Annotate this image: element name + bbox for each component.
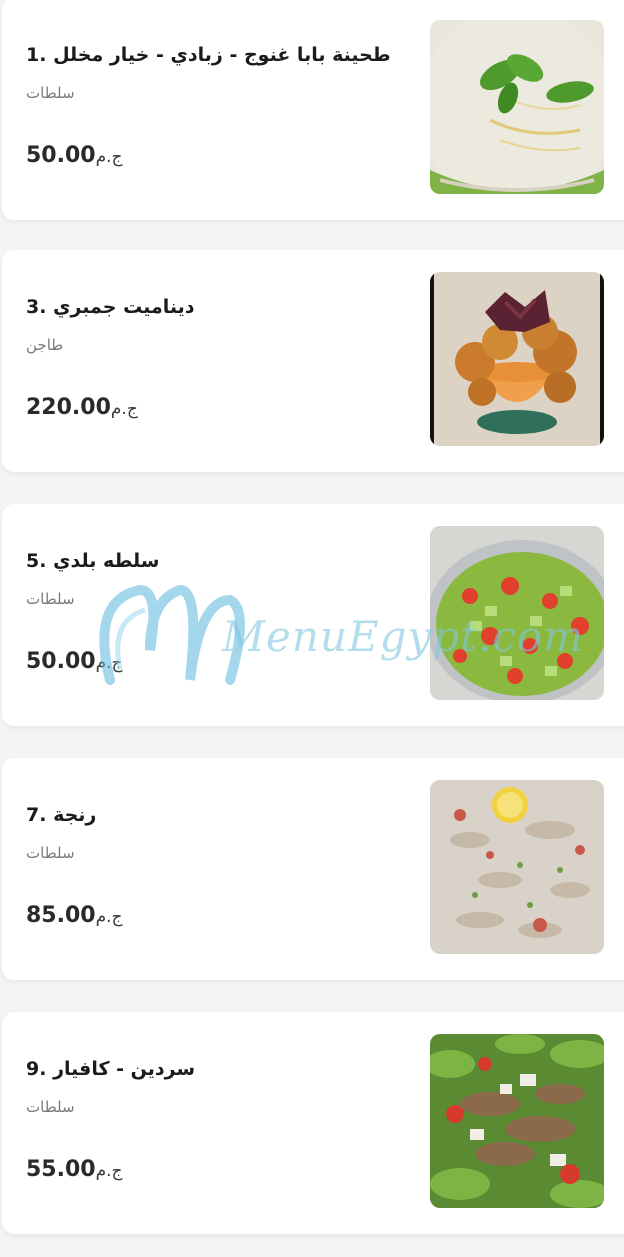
watermark-text: MenuEgypt.com [222,612,584,661]
menu-item-card[interactable]: سردين - كافيار .9 سلطات ج.م55.00 [2,1012,624,1234]
menu-item-card[interactable]: طحينة بابا غنوج - زبادي - خيار مخلل .1 س… [2,0,624,220]
item-title: طحينة بابا غنوج - زبادي - خيار مخلل .1 [26,44,391,66]
item-title: سلطه بلدي .5 [26,550,160,572]
currency-label: ج.م [95,147,123,167]
currency-label: ج.م [110,399,138,419]
item-price: ج.م50.00 [26,649,123,674]
currency-label: ج.م [95,653,123,673]
item-category: سلطات [26,844,75,862]
item-title: رنجة .7 [26,804,97,826]
item-price: ج.م55.00 [26,1157,123,1182]
shrimp-dynamite-image[interactable] [430,272,604,446]
menu-item-card[interactable]: رنجة .7 سلطات ج.م85.00 [2,758,624,980]
herring-image[interactable] [430,780,604,954]
price-value: 55.00 [26,1157,96,1182]
item-title: ديناميت جمبري .3 [26,296,195,318]
price-value: 220.00 [26,395,111,420]
price-value: 50.00 [26,143,96,168]
currency-label: ج.م [95,1161,123,1181]
item-category: طاجن [26,336,64,354]
item-title: سردين - كافيار .9 [26,1058,196,1080]
currency-label: ج.م [95,907,123,927]
item-price: ج.م85.00 [26,903,123,928]
menu-item-card[interactable]: ديناميت جمبري .3 طاجن ج.م220.00 [2,250,624,472]
price-value: 85.00 [26,903,96,928]
item-price: ج.م220.00 [26,395,138,420]
item-category: سلطات [26,1098,75,1116]
sardine-salad-image[interactable] [430,1034,604,1208]
item-price: ج.م50.00 [26,143,123,168]
item-category: سلطات [26,590,75,608]
price-value: 50.00 [26,649,96,674]
item-category: سلطات [26,84,75,102]
yogurt-dip-image[interactable] [430,20,604,194]
